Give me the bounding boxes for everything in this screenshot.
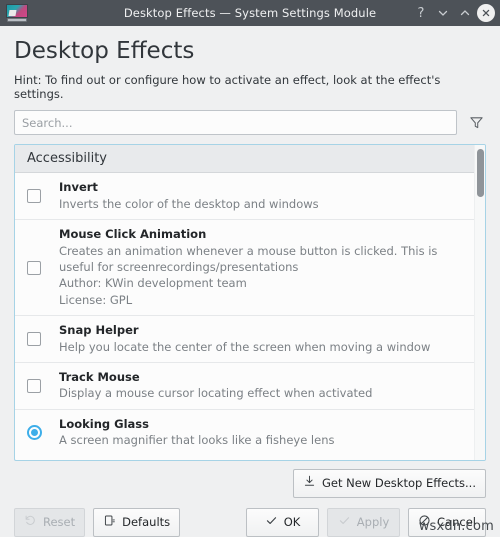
effect-description: Creates an animation whenever a mouse bu… [59, 243, 438, 275]
list-scrollbar[interactable] [474, 145, 485, 461]
window-controls: ? [411, 3, 500, 23]
list-item[interactable]: Invert Inverts the color of the desktop … [15, 173, 474, 221]
effect-author: Author: KWin development team [59, 276, 247, 291]
get-new-desktop-effects-button[interactable]: Get New Desktop Effects... [292, 469, 486, 499]
search-input[interactable] [14, 110, 457, 136]
effect-name: Mouse Click Animation [59, 227, 207, 242]
hint-text: Hint: To find out or configure how to ac… [14, 73, 441, 102]
effect-description: A screen magnifier that looks like a fis… [59, 433, 335, 448]
effect-license: License: GPL [59, 292, 133, 307]
desktop-effects-icon [6, 4, 28, 22]
effect-toggle[interactable] [27, 260, 51, 275]
get-new-desktop-effects-label: Get New Desktop Effects... [321, 475, 476, 490]
effect-description: Help you locate the center of the screen… [59, 339, 431, 354]
list-item[interactable]: Track Mouse Display a mouse cursor locat… [15, 363, 474, 410]
system-settings-window: Desktop Effects — System Settings Module… [0, 0, 500, 537]
effect-toggle[interactable] [27, 189, 51, 204]
watermark: wsxdn.com [418, 519, 494, 534]
list-item[interactable]: Mouse Click Animation Creates an animati… [15, 220, 474, 317]
apply-button[interactable]: Apply [327, 508, 401, 537]
effect-text: Invert Inverts the color of the desktop … [51, 180, 464, 212]
checkbox-icon[interactable] [27, 189, 41, 204]
effect-name: Track Mouse [59, 369, 140, 384]
get-new-row: Get New Desktop Effects... [0, 461, 500, 499]
effect-description: Inverts the color of the desktop and win… [59, 196, 319, 211]
category-header-accessibility: Accessibility [15, 145, 474, 174]
effect-description: Display a mouse cursor locating effect w… [59, 386, 373, 401]
chevron-up-icon[interactable] [455, 3, 475, 23]
effect-toggle[interactable] [27, 425, 51, 441]
defaults-button[interactable]: Defaults [93, 508, 181, 537]
check-icon [338, 514, 351, 531]
chevron-down-icon[interactable] [433, 3, 453, 23]
title-bar: Desktop Effects — System Settings Module… [0, 0, 500, 26]
document-revert-icon [103, 514, 116, 531]
effect-name: Snap Helper [59, 323, 139, 338]
effect-text: Track Mouse Display a mouse cursor locat… [51, 370, 464, 402]
close-icon[interactable] [477, 4, 495, 22]
undo-arrow-icon [24, 514, 37, 531]
effect-name: Looking Glass [59, 416, 149, 431]
footer-left-buttons: Reset Defaults [14, 508, 181, 537]
effect-text: Looking Glass A screen magnifier that lo… [51, 417, 464, 449]
help-glyph: ? [417, 5, 425, 21]
checkbox-icon[interactable] [27, 260, 41, 275]
reset-button[interactable]: Reset [14, 508, 86, 537]
ok-button[interactable]: OK [246, 508, 320, 537]
apply-label: Apply [356, 514, 390, 529]
page-header: Desktop Effects Hint: To find out or con… [0, 26, 500, 101]
check-icon [265, 514, 278, 531]
ok-label: OK [283, 514, 301, 529]
radio-button-icon[interactable] [27, 425, 42, 441]
reset-label: Reset [43, 514, 76, 529]
defaults-label: Defaults [122, 514, 171, 529]
help-icon[interactable]: ? [411, 3, 431, 23]
effect-toggle[interactable] [27, 332, 51, 347]
checkbox-icon[interactable] [27, 378, 41, 393]
checkbox-icon[interactable] [27, 332, 41, 347]
list-scrollbar-thumb[interactable] [477, 149, 484, 198]
effect-name: Invert [59, 180, 98, 195]
page-title: Desktop Effects [14, 38, 195, 64]
filter-funnel-icon[interactable] [466, 112, 486, 134]
effects-list: Accessibility Invert Inverts the color o… [14, 144, 486, 462]
effect-toggle[interactable] [27, 378, 51, 393]
effects-list-body: Accessibility Invert Inverts the color o… [15, 145, 474, 460]
search-row [0, 110, 500, 136]
download-icon [303, 475, 316, 492]
effect-text: Mouse Click Animation Creates an animati… [51, 227, 464, 308]
effect-text: Snap Helper Help you locate the center o… [51, 323, 464, 355]
list-item[interactable]: Snap Helper Help you locate the center o… [15, 316, 474, 363]
list-item[interactable]: Looking Glass A screen magnifier that lo… [15, 410, 474, 456]
